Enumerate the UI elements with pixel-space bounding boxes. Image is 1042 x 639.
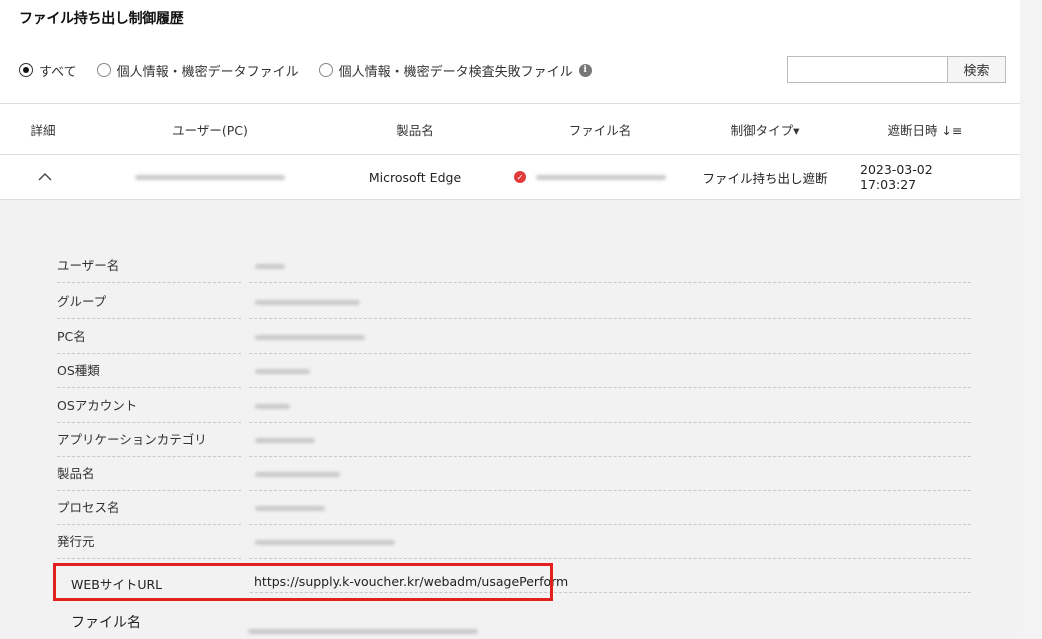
radio-sensitive-files[interactable]: 個人情報・機密データファイル (96, 61, 299, 80)
detail-row-group: グループ (57, 286, 971, 319)
redacted-text (536, 174, 666, 180)
detail-value-redacted (249, 250, 971, 283)
filter-radio-group: すべて 個人情報・機密データファイル 個人情報・機密データ検査失敗ファイル i (19, 60, 612, 80)
chevron-up-icon[interactable] (30, 155, 60, 199)
detail-label: OSアカウント (57, 390, 241, 423)
detail-row-publisher: 発行元 (57, 526, 971, 559)
header-user[interactable]: ユーザー(PC) (140, 104, 280, 154)
detail-value-redacted (249, 286, 971, 319)
detail-label: OS種類 (57, 355, 241, 388)
control-type-cell: ファイル持ち出し遮断 (702, 170, 828, 186)
table-row[interactable]: Microsoft Edge ✓ ファイル持ち出し遮断 2023-03-02 1… (0, 155, 1020, 200)
header-detail: 詳細 (30, 122, 56, 138)
header-filename[interactable]: ファイル名 (550, 104, 650, 154)
right-gutter (1020, 0, 1042, 639)
info-icon[interactable]: i (578, 63, 592, 77)
detail-label: 製品名 (57, 458, 241, 491)
detail-value-redacted (248, 619, 478, 638)
radio-circle (19, 63, 33, 77)
radio-circle (96, 63, 111, 77)
detail-value-redacted (249, 458, 971, 491)
detail-value-redacted (249, 492, 971, 525)
blocked-time-cell: 2023-03-02 17:03:27 (860, 162, 933, 192)
filename-cell: ✓ (500, 155, 680, 199)
detail-label: プロセス名 (57, 492, 241, 525)
detail-value-redacted (249, 526, 971, 559)
header-product[interactable]: 製品名 (370, 104, 460, 154)
radio-circle (318, 63, 333, 77)
radio-all[interactable]: すべて (19, 61, 77, 80)
detail-row-username: ユーザー名 (57, 250, 971, 283)
header-blocked-time[interactable]: 遮断日時 ↓≡ (870, 104, 980, 154)
detail-row-os-type: OS種類 (57, 355, 971, 388)
table-header: 詳細 ユーザー(PC) 製品名 ファイル名 制御タイプ▾ 遮断日時 ↓≡ (0, 103, 1020, 155)
user-cell-redacted (120, 155, 300, 199)
detail-label: PC名 (57, 321, 241, 354)
check-icon: ✓ (514, 171, 526, 183)
redacted-text (135, 174, 285, 180)
detail-label-filename: ファイル名 (71, 615, 141, 631)
search-input[interactable] (787, 56, 948, 83)
detail-row-product: 製品名 (57, 458, 971, 491)
highlight-box (53, 563, 553, 601)
detail-label: グループ (57, 286, 241, 319)
radio-all-label: すべて (39, 64, 77, 80)
detail-row-pc-name: PC名 (57, 321, 971, 354)
detail-value-redacted (249, 321, 971, 354)
radio-inspection-failed-label: 個人情報・機密データ検査失敗ファイル (338, 64, 573, 80)
product-cell: Microsoft Edge (368, 169, 462, 185)
detail-label: アプリケーションカテゴリ (57, 424, 241, 457)
header-control-type[interactable]: 制御タイプ▾ (710, 104, 820, 154)
radio-inspection-failed[interactable]: 個人情報・機密データ検査失敗ファイル i (318, 61, 592, 80)
detail-row-os-account: OSアカウント (57, 390, 971, 423)
detail-row-process: プロセス名 (57, 492, 971, 525)
detail-row-app-category: アプリケーションカテゴリ (57, 424, 971, 457)
detail-label: 発行元 (57, 526, 241, 559)
search-button[interactable]: 検索 (948, 56, 1006, 83)
radio-sensitive-files-label: 個人情報・機密データファイル (116, 64, 299, 80)
detail-value-redacted (249, 355, 971, 388)
detail-label: ユーザー名 (57, 250, 241, 283)
detail-value-redacted (249, 390, 971, 423)
detail-value-redacted (249, 424, 971, 457)
page-title: ファイル持ち出し制御履歴 (19, 11, 184, 27)
